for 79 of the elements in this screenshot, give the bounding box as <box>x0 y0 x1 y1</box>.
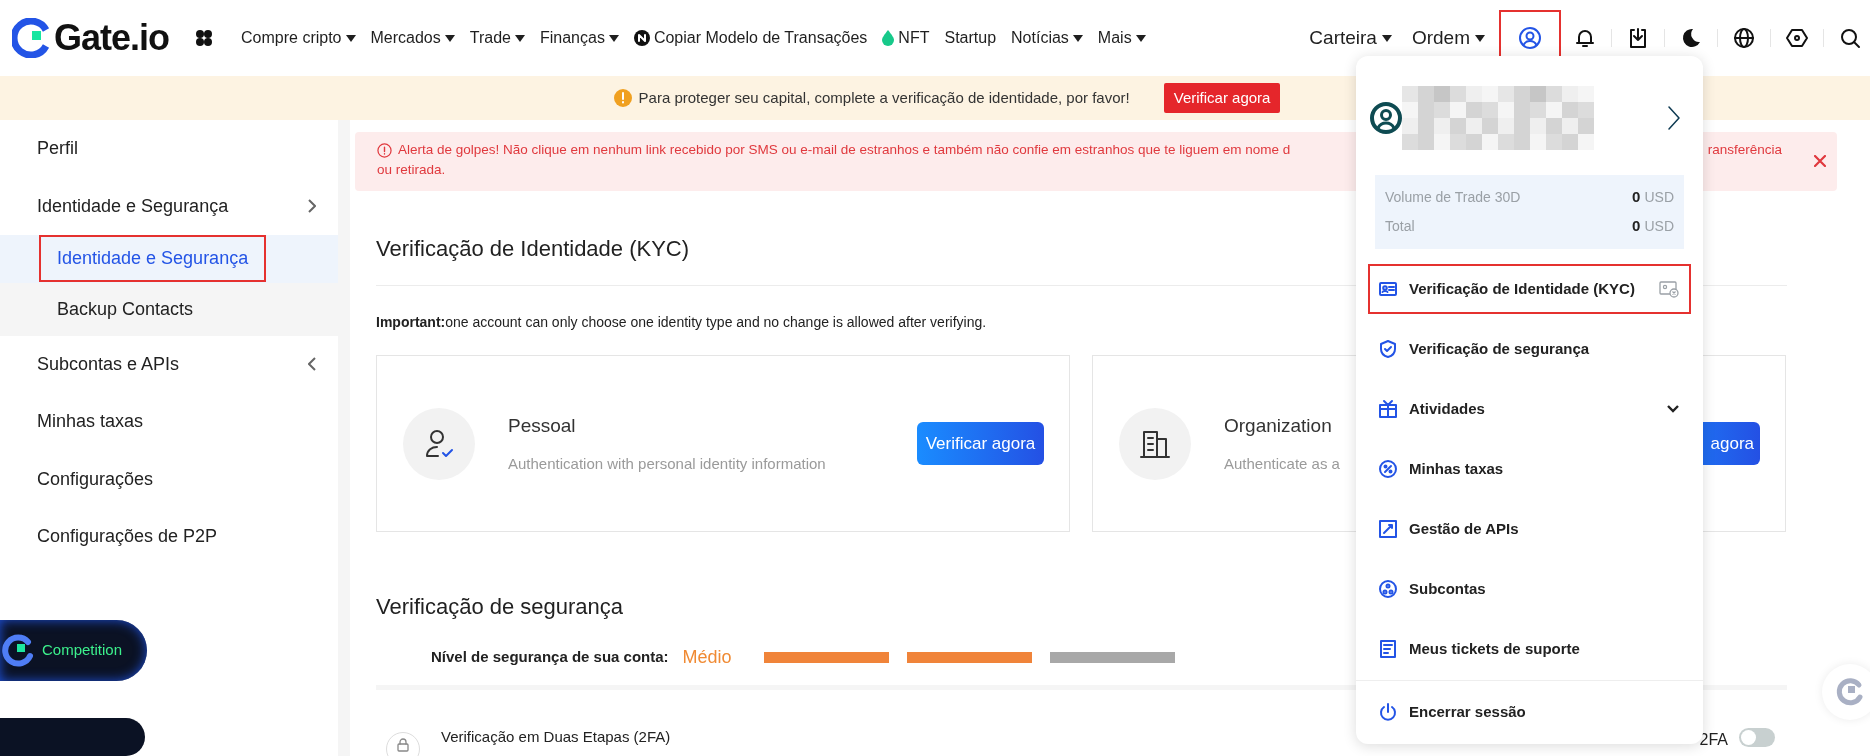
nav-link[interactable]: NFT <box>882 26 930 50</box>
dropdown-item[interactable]: Verificação de segurança <box>1368 324 1691 374</box>
gift-icon <box>1378 399 1398 419</box>
id-card-icon <box>1378 279 1398 299</box>
card-title: Pessoal <box>508 414 577 438</box>
dropdown-item[interactable]: Atividades <box>1368 384 1691 434</box>
logo-text[interactable]: Gate.io <box>54 11 170 65</box>
leaf-icon <box>882 30 895 46</box>
subaccounts-icon <box>1378 579 1398 599</box>
api-icon <box>1378 519 1398 539</box>
stat-label: Total <box>1385 217 1415 236</box>
avatar-icon <box>1370 102 1402 134</box>
chevron-right-icon <box>1668 106 1680 130</box>
shield-check-icon <box>1378 339 1398 359</box>
sidebar-item[interactable]: Identidade e Segurança <box>0 177 338 235</box>
section-title: Verificação de Identidade (KYC) <box>376 235 691 263</box>
level-label: Nível de segurança de sua conta: <box>431 646 669 667</box>
widget-logo-icon <box>1835 677 1865 707</box>
sidebar-subitem[interactable]: Identidade e Segurança <box>0 234 338 283</box>
stat-unit: USD <box>1644 188 1674 207</box>
lock-icon <box>396 738 410 752</box>
nav-link[interactable]: Finanças <box>539 26 619 50</box>
row-title: Verificação em Duas Etapas (2FA) <box>441 727 671 747</box>
nav-link[interactable]: Mais <box>1097 26 1146 50</box>
stat-unit: USD <box>1644 217 1674 236</box>
close-icon <box>1814 155 1826 167</box>
card-description: Authentication with personal identity information <box>508 453 826 474</box>
section-title: Verificação de segurança <box>376 593 625 621</box>
warning-icon <box>613 89 632 107</box>
globe-icon <box>1732 26 1756 50</box>
nav-link[interactable]: Compre cripto <box>241 26 356 50</box>
sidebar-subitem[interactable]: Backup Contacts <box>0 282 338 336</box>
apps-icon <box>195 29 214 47</box>
menu-link[interactable]: Ordem <box>1411 23 1485 53</box>
alert-text: ou retirada. <box>377 161 446 179</box>
level-value: Médio <box>682 645 732 669</box>
stat-value: 0 <box>1632 187 1641 208</box>
notice-text: Para proteger seu capital, complete a verificação de identidade, por favor! <box>638 87 1130 108</box>
hexagon-icon <box>1785 26 1809 50</box>
alert-icon <box>377 142 392 158</box>
close-button[interactable] <box>1814 155 1826 167</box>
dropdown-item[interactable]: Minhas taxas <box>1368 444 1691 494</box>
user-icon <box>1518 26 1542 50</box>
important-note: Important:one account can only choose one identity type and no change is allowed after verifying. <box>376 313 988 332</box>
nav-link[interactable]: Notícias <box>1011 26 1083 50</box>
percent-icon <box>1378 459 1398 479</box>
stat-label: Volume de Trade 30D <box>1385 188 1521 207</box>
nav-link[interactable]: Mercados <box>370 26 455 50</box>
sidebar-item[interactable]: Minhas taxas <box>0 392 338 451</box>
promo-logo-icon <box>2 633 36 668</box>
alert-text: Alerta de golpes! Não clique em nenhum link recebido por SMS ou e-mail de estranhos e também não confie em estranhos que te liguem em nome d <box>398 140 1291 159</box>
sidebar-item[interactable]: Configurações <box>0 450 338 508</box>
promo-banner[interactable] <box>0 717 145 756</box>
search-icon <box>1838 26 1862 50</box>
sidebar-item[interactable]: Subcontas e APIs <box>0 335 338 393</box>
verify-button[interactable]: Verificar agora <box>917 422 1044 465</box>
sidebar-item[interactable]: Perfil <box>0 120 338 178</box>
dropdown-item[interactable]: Verificação de Identidade (KYC) <box>1368 264 1691 314</box>
dropdown-item[interactable]: Subcontas <box>1368 564 1691 614</box>
logo-icon <box>12 18 52 58</box>
stat-value: 0 <box>1632 216 1641 237</box>
alert-text: ransferência <box>1707 140 1782 159</box>
ticket-icon <box>1378 639 1398 659</box>
dropdown-item[interactable]: Gestão de APIs <box>1368 504 1691 554</box>
dropdown-item[interactable]: Encerrar sessão <box>1368 687 1691 737</box>
toggle-label: 2FA <box>1699 730 1728 750</box>
verify-button[interactable]: Verificar agora <box>1163 83 1281 113</box>
dropdown-item[interactable]: Meus tickets de suporte <box>1368 624 1691 674</box>
card-title: Organization <box>1224 414 1333 438</box>
toggle-switch[interactable] <box>1739 728 1775 747</box>
menu-link[interactable]: Carteira <box>1309 23 1392 53</box>
n-badge-icon <box>633 30 650 46</box>
sidebar-item[interactable]: Configurações de P2P <box>0 507 338 566</box>
nav-link[interactable]: Copiar Modelo de Transações <box>633 26 868 50</box>
nav-link[interactable]: Startup <box>944 26 997 50</box>
nav-link[interactable]: Trade <box>469 26 525 50</box>
card-description: Authenticate as a <box>1224 453 1340 474</box>
power-icon <box>1378 702 1398 722</box>
promo-banner[interactable]: Competition <box>0 620 147 681</box>
